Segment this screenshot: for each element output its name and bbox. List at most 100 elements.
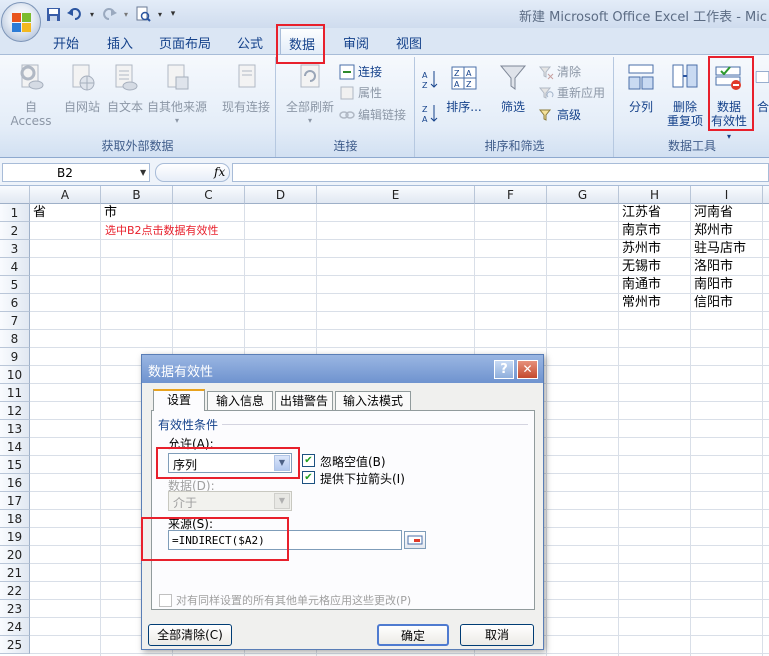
row-header-14[interactable]: 14 [0, 438, 30, 456]
data-select[interactable]: 介于 ▼ [168, 491, 292, 511]
row-header-20[interactable]: 20 [0, 546, 30, 564]
row-header-25[interactable]: 25 [0, 636, 30, 654]
column-header-g[interactable]: G [547, 186, 619, 204]
cancel-button[interactable]: 取消 [460, 624, 534, 646]
column-header-h[interactable]: H [619, 186, 691, 204]
tab-ime-mode[interactable]: 输入法模式 [335, 391, 411, 411]
from-web-button[interactable]: 自网站 [60, 61, 104, 114]
redo-dropdown-icon[interactable]: ▾ [122, 5, 130, 23]
cell-i6[interactable]: 信阳市 [692, 294, 733, 312]
office-button[interactable] [1, 2, 41, 42]
advanced-button[interactable]: 高级 [538, 106, 581, 123]
tab-page-layout[interactable]: 页面布局 [159, 33, 211, 52]
tab-home[interactable]: 开始 [53, 33, 79, 52]
connections-button[interactable]: 连接 [339, 63, 382, 80]
column-header-c[interactable]: C [173, 186, 245, 204]
collapse-dialog-button[interactable] [404, 531, 426, 549]
row-header-23[interactable]: 23 [0, 600, 30, 618]
cell-a1[interactable]: 省 [31, 204, 46, 222]
formula-input[interactable] [232, 163, 769, 182]
allow-select[interactable]: 序列 ▼ [168, 453, 292, 473]
close-button[interactable]: ✕ [517, 360, 538, 379]
name-box-dropdown-icon[interactable]: ▼ [140, 168, 146, 177]
ok-button[interactable]: 确定 [377, 624, 449, 646]
from-access-button[interactable]: 自 Access [3, 61, 59, 128]
chevron-down-icon[interactable]: ▼ [274, 455, 290, 471]
row-header-18[interactable]: 18 [0, 510, 30, 528]
row-header-16[interactable]: 16 [0, 474, 30, 492]
undo-icon[interactable] [66, 5, 84, 23]
cell-i3[interactable]: 驻马店市 [692, 240, 764, 258]
tab-settings[interactable]: 设置 [153, 389, 205, 411]
column-header-a[interactable]: A [30, 186, 101, 204]
reapply-button[interactable]: 重新应用 [538, 84, 605, 101]
cell-i4[interactable]: 洛阳市 [692, 258, 733, 276]
sort-descending-button[interactable]: ZA [422, 103, 438, 123]
cell-i2[interactable]: 郑州市 [692, 222, 733, 240]
sort-button[interactable]: ZAAZ 排序... [444, 61, 484, 114]
properties-button[interactable]: 属性 [339, 84, 382, 101]
cell-b2[interactable]: 选中B2点击数据有效性 [103, 222, 219, 240]
help-button[interactable]: ? [494, 360, 514, 379]
row-header-11[interactable]: 11 [0, 384, 30, 402]
source-input[interactable]: =INDIRECT($A2) [168, 530, 402, 550]
cell-i5[interactable]: 南阳市 [692, 276, 733, 294]
row-header-1[interactable]: 1 [0, 204, 30, 222]
tab-review[interactable]: 审阅 [343, 33, 369, 52]
name-box[interactable]: B2 [2, 163, 150, 182]
cell-h5[interactable]: 南通市 [620, 276, 661, 294]
row-header-3[interactable]: 3 [0, 240, 30, 258]
print-preview-dropdown-icon[interactable]: ▾ [156, 5, 164, 23]
from-other-sources-button[interactable]: 自其他来源 ▾ [146, 61, 208, 128]
row-header-12[interactable]: 12 [0, 402, 30, 420]
row-header-22[interactable]: 22 [0, 582, 30, 600]
from-text-button[interactable]: 自文本 [103, 61, 147, 114]
existing-connections-button[interactable]: 现有连接 [218, 61, 274, 114]
tab-view[interactable]: 视图 [396, 33, 422, 52]
consolidate-button[interactable]: 合 [753, 61, 769, 114]
row-header-7[interactable]: 7 [0, 312, 30, 330]
row-header-5[interactable]: 5 [0, 276, 30, 294]
column-header-i[interactable]: I [691, 186, 763, 204]
tab-input-message[interactable]: 输入信息 [207, 391, 273, 411]
chevron-down-icon[interactable]: ▼ [274, 493, 290, 509]
row-header-6[interactable]: 6 [0, 294, 30, 312]
tab-data[interactable]: 数据 [280, 28, 325, 54]
filter-button[interactable]: 筛选 [496, 61, 530, 114]
sort-ascending-button[interactable]: AZ [422, 69, 438, 89]
save-icon[interactable] [44, 5, 62, 23]
row-header-8[interactable]: 8 [0, 330, 30, 348]
row-header-21[interactable]: 21 [0, 564, 30, 582]
tab-formulas[interactable]: 公式 [237, 33, 263, 52]
row-header-17[interactable]: 17 [0, 492, 30, 510]
row-header-24[interactable]: 24 [0, 618, 30, 636]
column-header-b[interactable]: B [101, 186, 173, 204]
cell-h6[interactable]: 常州市 [620, 294, 661, 312]
column-header-f[interactable]: F [475, 186, 547, 204]
row-header-4[interactable]: 4 [0, 258, 30, 276]
cell-h4[interactable]: 无锡市 [620, 258, 661, 276]
redo-icon[interactable] [100, 5, 118, 23]
data-validation-button[interactable]: 数据 有效性 ▾ [709, 61, 749, 144]
ignore-blank-checkbox[interactable]: ✔ [302, 454, 315, 467]
text-to-columns-button[interactable]: 分列 [621, 61, 661, 114]
clear-all-button[interactable]: 全部清除(C) [148, 624, 232, 646]
apply-all-checkbox[interactable] [159, 594, 172, 607]
row-header-13[interactable]: 13 [0, 420, 30, 438]
in-cell-dropdown-checkbox[interactable]: ✔ [302, 471, 315, 484]
row-header-19[interactable]: 19 [0, 528, 30, 546]
column-header-e[interactable]: E [317, 186, 475, 204]
tab-insert[interactable]: 插入 [107, 33, 133, 52]
refresh-all-button[interactable]: 全部刷新 ▾ [281, 61, 339, 128]
edit-links-button[interactable]: 编辑链接 [339, 106, 406, 123]
insert-function-icon[interactable]: fx [214, 165, 225, 179]
row-header-9[interactable]: 9 [0, 348, 30, 366]
row-header-15[interactable]: 15 [0, 456, 30, 474]
undo-dropdown-icon[interactable]: ▾ [88, 5, 96, 23]
clear-button[interactable]: 清除 [538, 63, 581, 80]
remove-duplicates-button[interactable]: 删除 重复项 [663, 61, 707, 128]
cell-h1[interactable]: 江苏省 [620, 204, 661, 222]
cell-b1[interactable]: 市 [102, 204, 117, 222]
row-header-2[interactable]: 2 [0, 222, 30, 240]
tab-error-alert[interactable]: 出错警告 [275, 391, 333, 411]
